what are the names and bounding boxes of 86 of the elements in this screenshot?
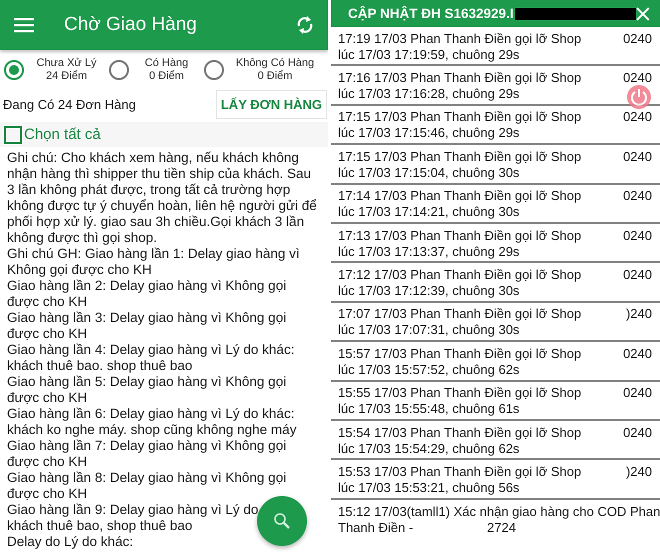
log-text: 15:54 17/03 Phan Thanh Điền gọi lỡ Shop: [338, 424, 582, 441]
log-text: lúc 17/03 17:07:31, chuông 30s: [338, 322, 520, 338]
log-text: lúc 17/03 15:53:21, chuông 56s: [338, 480, 520, 496]
screen-title: Chờ Giao Hàng: [64, 14, 198, 36]
filter-count: 0 Điểm: [258, 70, 292, 83]
filter-label: Có Hàng: [144, 57, 188, 70]
log-text: 15:55 17/03 Phan Thanh Điền gọi lỡ Shop: [338, 385, 582, 402]
close-icon[interactable]: [636, 6, 650, 20]
phone-number: 0240: [623, 424, 652, 441]
note-line: Ghi chú: Cho khách xem hàng, nếu khách không: [7, 150, 299, 166]
select-all-label[interactable]: Chọn tất cả: [24, 126, 101, 143]
note-line: Giao hàng lần 9: Delay giao hàng vì Lý do: [7, 502, 258, 518]
power-icon: [630, 88, 648, 106]
filter-label: Không Có Hàng: [236, 57, 314, 70]
note-line: được cho KH: [7, 454, 88, 470]
log-text: 17:12 17/03 Phan Thanh Điền gọi lỡ Shop: [338, 267, 582, 284]
order-code: 2724: [487, 520, 516, 536]
phone-number: 0240: [623, 267, 652, 284]
phone-number: 0240: [623, 228, 652, 244]
note-line: được cho KH: [7, 390, 88, 406]
log-text: 17:19 17/03 Phan Thanh Điền gọi lỡ Shop: [338, 30, 582, 47]
log-text: lúc 17/03 17:13:37, chuông 29s: [338, 244, 520, 260]
note-line: Delay do Lý do khác:: [7, 534, 134, 550]
log-text: lúc 17/03 17:15:46, chuông 29s: [338, 125, 520, 142]
note-line: không được tự ý chuyển hoàn, liên hệ người gửi để: [7, 198, 317, 214]
phone-number: )240: [626, 464, 652, 480]
log-text: 17:15 17/03 Phan Thanh Điền gọi lỡ Shop: [338, 109, 582, 126]
phone-number: )240: [626, 306, 652, 322]
log-text: 17:13 17/03 Phan Thanh Điền gọi lỡ Shop: [338, 228, 582, 244]
order-count: Đang Có 24 Đơn Hàng: [3, 96, 136, 112]
note-line: Giao hàng lần 5: Delay giao hàng vì Không gọi: [7, 374, 286, 390]
note-line: Giao hàng lần 2: Delay giao hàng vì Không gọi: [7, 278, 286, 294]
note-line: khách thuê bao. shop thuê bao: [7, 358, 192, 374]
note-line: Không gọi được cho KH: [7, 262, 152, 278]
log-text: lúc 17/03 17:16:28, chuông 29s: [338, 86, 520, 102]
phone-number: 0240: [623, 385, 652, 402]
note-line: được cho KH: [7, 326, 88, 342]
note-line: 3 lần không phát được, trong tất cả trường hợp: [7, 182, 290, 198]
note-line: Ghi chú GH: Giao hàng lần 1: Delay giao hàng vì: [7, 246, 300, 262]
fetch-orders-button[interactable]: LẤY ĐƠN HÀNG: [216, 90, 327, 118]
log-text: lúc 17/03 17:19:59, chuông 29s: [338, 46, 520, 63]
filter-count: 24 Điểm: [46, 70, 87, 83]
checkbox[interactable]: [4, 126, 22, 144]
note-line: khách ko nghe máy. shop cũng không nghe máy: [7, 422, 296, 438]
log-text: lúc 17/03 17:14:21, chuông 30s: [338, 204, 520, 220]
log-text: 17:14 17/03 Phan Thanh Điền gọi lỡ Shop: [338, 188, 582, 204]
radio-button[interactable]: [4, 60, 24, 80]
note-line: Giao hàng lần 3: Delay giao hàng vì Không gọi: [7, 310, 286, 326]
dialog-title: CẬP NHẬT ĐH S1632929.I: [348, 6, 514, 21]
note-line: được cho KH: [7, 486, 88, 502]
note-line: Giao hàng lần 8: Delay giao hàng vì Không gọi: [7, 470, 286, 486]
menu-icon[interactable]: [14, 17, 34, 33]
radio-button[interactable]: [109, 60, 129, 80]
log-text: lúc 17/03 17:15:04, chuông 30s: [338, 164, 520, 181]
log-text: lúc 17/03 15:55:48, chuông 61s: [338, 401, 520, 418]
log-text: 17:15 17/03 Phan Thanh Điền gọi lỡ Shop: [338, 148, 582, 165]
phone-number: 0240: [623, 30, 652, 47]
log-text: lúc 17/03 15:54:29, chuông 62s: [338, 440, 520, 457]
note-line: phối hợp xử lý. giao sau 3h chiều.Gọi khách 3 lần: [7, 214, 304, 230]
note-line: khách thuê bao, shop thuê bao: [7, 518, 192, 534]
phone-number: 0240: [623, 346, 652, 362]
refresh-icon[interactable]: [296, 15, 314, 35]
note-line: được cho KH: [7, 294, 88, 310]
power-button[interactable]: [627, 85, 651, 109]
log-text: 15:57 17/03 Phan Thanh Điền gọi lỡ Shop: [338, 346, 582, 362]
radio-button[interactable]: [204, 60, 224, 80]
phone-number: 0240: [623, 188, 652, 204]
search-button[interactable]: [257, 496, 307, 546]
phone-number: 0240: [623, 109, 652, 126]
log-text: Thanh Điền -: [338, 520, 414, 536]
filter-label: Chưa Xử Lý: [36, 57, 96, 70]
log-text: 15:53 17/03 Phan Thanh Điền gọi lỡ Shop: [338, 464, 582, 480]
note-line: nhận hàng thì shipper thu tiền ship của khách. Sau: [7, 166, 311, 182]
log-text: lúc 17/03 17:12:39, chuông 30s: [338, 283, 520, 300]
note-line: không được thì gọi shop.: [7, 230, 157, 246]
phone-number: 0240: [623, 148, 652, 165]
note-line: Giao hàng lần 7: Delay giao hàng vì Không gọi: [7, 438, 286, 454]
search-icon: [273, 512, 291, 530]
phone-number: 0240: [623, 70, 652, 86]
log-text: lúc 17/03 15:57:52, chuông 62s: [338, 362, 520, 378]
log-text: 17:16 17/03 Phan Thanh Điền gọi lỡ Shop: [338, 70, 582, 86]
note-line: Giao hàng lần 4: Delay giao hàng vì Lý do khác:: [7, 342, 294, 358]
note-line: Giao hàng lần 6: Delay giao hàng vì Lý do khác:: [7, 406, 294, 422]
log-text: 17:07 17/03 Phan Thanh Điền gọi lỡ Shop: [338, 306, 582, 322]
log-text: 15:12 17/03(tamll1) Xác nhận giao hàng cho COD Phan: [338, 504, 660, 520]
filter-count: 0 Điểm: [149, 70, 184, 83]
